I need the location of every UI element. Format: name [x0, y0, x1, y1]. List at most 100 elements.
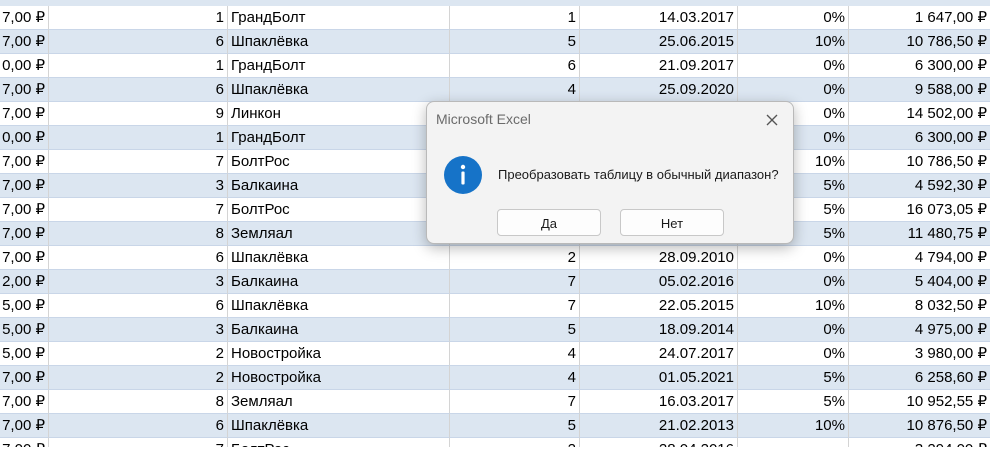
- cell-discount[interactable]: 0%: [738, 270, 849, 294]
- cell-supplier-name[interactable]: Новостройка: [228, 366, 450, 390]
- cell-quantity[interactable]: 5: [450, 414, 580, 438]
- cell-price[interactable]: 0,00 ₽: [0, 126, 49, 150]
- cell-total[interactable]: 10 786,50 ₽: [849, 30, 990, 54]
- cell-total[interactable]: 11 480,75 ₽: [849, 222, 990, 246]
- cell-date[interactable]: 25.06.2015: [580, 30, 738, 54]
- cell-supplier-name[interactable]: Балкаина: [228, 270, 450, 294]
- cell-supplier-name[interactable]: Шпаклёвка: [228, 414, 450, 438]
- cell-total[interactable]: 3 980,00 ₽: [849, 342, 990, 366]
- cell-price[interactable]: 7,00 ₽: [0, 414, 49, 438]
- cell-supplier-code[interactable]: 1: [49, 126, 228, 150]
- cell-total[interactable]: 8 032,50 ₽: [849, 294, 990, 318]
- cell-supplier-name[interactable]: ГрандБолт: [228, 54, 450, 78]
- cell-supplier-name[interactable]: БолтРос: [228, 198, 450, 222]
- cell-price[interactable]: 5,00 ₽: [0, 294, 49, 318]
- cell-supplier-name[interactable]: Линкон: [228, 102, 450, 126]
- cell-supplier-code[interactable]: 8: [49, 222, 228, 246]
- cell-supplier-name[interactable]: ГрандБолт: [228, 6, 450, 30]
- cell-total[interactable]: 5 404,00 ₽: [849, 270, 990, 294]
- cell-supplier-name[interactable]: Балкаина: [228, 318, 450, 342]
- cell-supplier-code[interactable]: 6: [49, 246, 228, 270]
- cell-date[interactable]: 05.02.2016: [580, 270, 738, 294]
- cell-supplier-code[interactable]: 3: [49, 270, 228, 294]
- cell-price[interactable]: 7,00 ₽: [0, 174, 49, 198]
- cell-supplier-code[interactable]: 3: [49, 174, 228, 198]
- cell-total[interactable]: 16 073,05 ₽: [849, 198, 990, 222]
- cell-date[interactable]: 14.03.2017: [580, 6, 738, 30]
- cell-discount[interactable]: 0%: [738, 318, 849, 342]
- cell-price[interactable]: 7,00 ₽: [0, 102, 49, 126]
- cell-total[interactable]: 6 300,00 ₽: [849, 126, 990, 150]
- cell-supplier-name[interactable]: Балкаина: [228, 174, 450, 198]
- cell-price[interactable]: 7,00 ₽: [0, 30, 49, 54]
- cell-supplier-code[interactable]: 6: [49, 30, 228, 54]
- cell-discount[interactable]: 0%: [738, 78, 849, 102]
- cell-date[interactable]: 25.09.2020: [580, 78, 738, 102]
- cell-date[interactable]: 21.09.2017: [580, 54, 738, 78]
- cell-quantity[interactable]: 5: [450, 30, 580, 54]
- cell-price[interactable]: 7,00 ₽: [0, 198, 49, 222]
- cell-discount[interactable]: 10%: [738, 414, 849, 438]
- cell-discount[interactable]: 0%: [738, 54, 849, 78]
- cell-total[interactable]: 6 258,60 ₽: [849, 366, 990, 390]
- cell-discount[interactable]: 0%: [738, 6, 849, 30]
- cell-date[interactable]: 21.02.2013: [580, 414, 738, 438]
- cell-total[interactable]: 4 592,30 ₽: [849, 174, 990, 198]
- cell-price[interactable]: 7,00 ₽: [0, 6, 49, 30]
- cell-supplier-code[interactable]: 7: [49, 198, 228, 222]
- cell-price[interactable]: 7,00 ₽: [0, 366, 49, 390]
- cell-supplier-name[interactable]: Шпаклёвка: [228, 78, 450, 102]
- close-icon[interactable]: [761, 109, 783, 131]
- cell-price[interactable]: 7,00 ₽: [0, 78, 49, 102]
- cell-quantity[interactable]: 4: [450, 366, 580, 390]
- cell-supplier-name[interactable]: БолтРос: [228, 150, 450, 174]
- cell-price[interactable]: 7,00 ₽: [0, 246, 49, 270]
- cell-total[interactable]: 10 876,50 ₽: [849, 414, 990, 438]
- cell-date[interactable]: 28.09.2010: [580, 246, 738, 270]
- cell-supplier-code[interactable]: 2: [49, 366, 228, 390]
- cell-price[interactable]: 7,00 ₽: [0, 222, 49, 246]
- cell-date[interactable]: 24.07.2017: [580, 342, 738, 366]
- no-button[interactable]: Нет: [620, 209, 724, 236]
- cell-quantity[interactable]: 7: [450, 390, 580, 414]
- cell-quantity[interactable]: 7: [450, 294, 580, 318]
- cell-supplier-code[interactable]: 1: [49, 54, 228, 78]
- cell-price[interactable]: 0,00 ₽: [0, 54, 49, 78]
- cell-supplier-name[interactable]: Шпаклёвка: [228, 246, 450, 270]
- cell-quantity[interactable]: 1: [450, 6, 580, 30]
- cell-discount[interactable]: 5%: [738, 366, 849, 390]
- cell-supplier-name[interactable]: Шпаклёвка: [228, 294, 450, 318]
- cell-date[interactable]: 18.09.2014: [580, 318, 738, 342]
- cell-supplier-code[interactable]: 6: [49, 414, 228, 438]
- cell-supplier-code[interactable]: 6: [49, 78, 228, 102]
- cell-discount[interactable]: 0%: [738, 246, 849, 270]
- cell-quantity[interactable]: 2: [450, 246, 580, 270]
- cell-supplier-code[interactable]: 1: [49, 6, 228, 30]
- cell-supplier-name[interactable]: ГрандБолт: [228, 126, 450, 150]
- cell-quantity[interactable]: 5: [450, 318, 580, 342]
- cell-price[interactable]: 5,00 ₽: [0, 318, 49, 342]
- cell-supplier-code[interactable]: 8: [49, 390, 228, 414]
- cell-quantity[interactable]: 6: [450, 54, 580, 78]
- cell-supplier-name[interactable]: Новостройка: [228, 342, 450, 366]
- cell-date[interactable]: 01.05.2021: [580, 366, 738, 390]
- cell-price[interactable]: 5,00 ₽: [0, 342, 49, 366]
- cell-discount[interactable]: 0%: [738, 342, 849, 366]
- cell-supplier-name[interactable]: Земляал: [228, 222, 450, 246]
- cell-total[interactable]: 10 786,50 ₽: [849, 150, 990, 174]
- cell-date[interactable]: 16.03.2017: [580, 390, 738, 414]
- cell-total[interactable]: 10 952,55 ₽: [849, 390, 990, 414]
- cell-price[interactable]: 7,00 ₽: [0, 150, 49, 174]
- cell-total[interactable]: 4 975,00 ₽: [849, 318, 990, 342]
- cell-supplier-name[interactable]: Земляал: [228, 390, 450, 414]
- cell-price[interactable]: 7,00 ₽: [0, 390, 49, 414]
- cell-supplier-code[interactable]: 6: [49, 294, 228, 318]
- cell-total[interactable]: 1 647,00 ₽: [849, 6, 990, 30]
- cell-total[interactable]: 6 300,00 ₽: [849, 54, 990, 78]
- cell-supplier-code[interactable]: 9: [49, 102, 228, 126]
- yes-button[interactable]: Да: [497, 209, 601, 236]
- cell-total[interactable]: 14 502,00 ₽: [849, 102, 990, 126]
- cell-supplier-code[interactable]: 7: [49, 150, 228, 174]
- cell-discount[interactable]: 5%: [738, 390, 849, 414]
- cell-discount[interactable]: 10%: [738, 294, 849, 318]
